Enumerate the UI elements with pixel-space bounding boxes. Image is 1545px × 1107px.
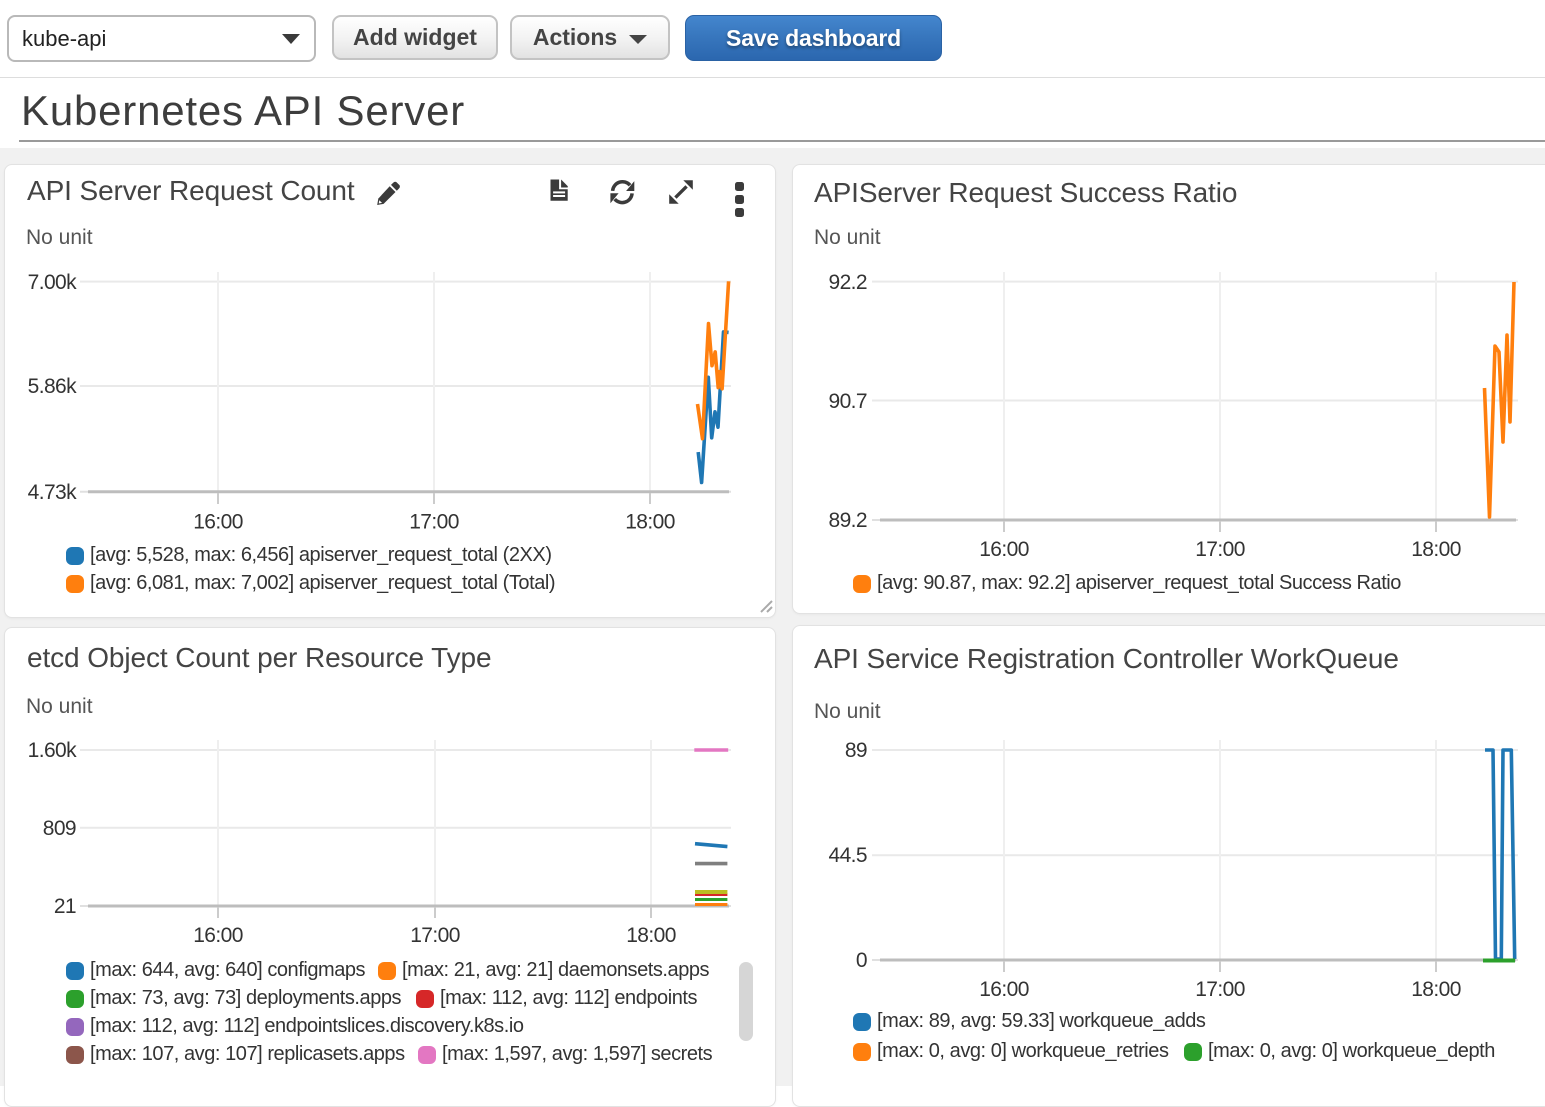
svg-text:92.2: 92.2	[829, 271, 867, 294]
svg-text:4.73k: 4.73k	[28, 481, 77, 504]
svg-text:0: 0	[856, 949, 867, 972]
svg-text:17:00: 17:00	[409, 511, 459, 534]
svg-text:16:00: 16:00	[193, 924, 243, 947]
svg-text:5.86k: 5.86k	[28, 375, 77, 398]
svg-text:18:00: 18:00	[626, 924, 676, 947]
svg-text:17:00: 17:00	[410, 924, 460, 947]
svg-text:16:00: 16:00	[193, 511, 243, 534]
svg-text:17:00: 17:00	[1195, 978, 1245, 1001]
svg-text:17:00: 17:00	[1195, 538, 1245, 561]
svg-text:21: 21	[54, 895, 76, 918]
svg-text:89.2: 89.2	[829, 509, 867, 532]
svg-text:16:00: 16:00	[979, 978, 1029, 1001]
svg-text:89: 89	[845, 739, 867, 762]
svg-text:18:00: 18:00	[1411, 978, 1461, 1001]
svg-text:7.00k: 7.00k	[28, 271, 77, 294]
svg-text:1.60k: 1.60k	[28, 739, 77, 762]
svg-text:809: 809	[43, 817, 76, 840]
svg-text:18:00: 18:00	[1411, 538, 1461, 561]
svg-text:90.7: 90.7	[829, 390, 867, 413]
svg-text:16:00: 16:00	[979, 538, 1029, 561]
svg-text:18:00: 18:00	[625, 511, 675, 534]
svg-text:44.5: 44.5	[829, 844, 867, 867]
